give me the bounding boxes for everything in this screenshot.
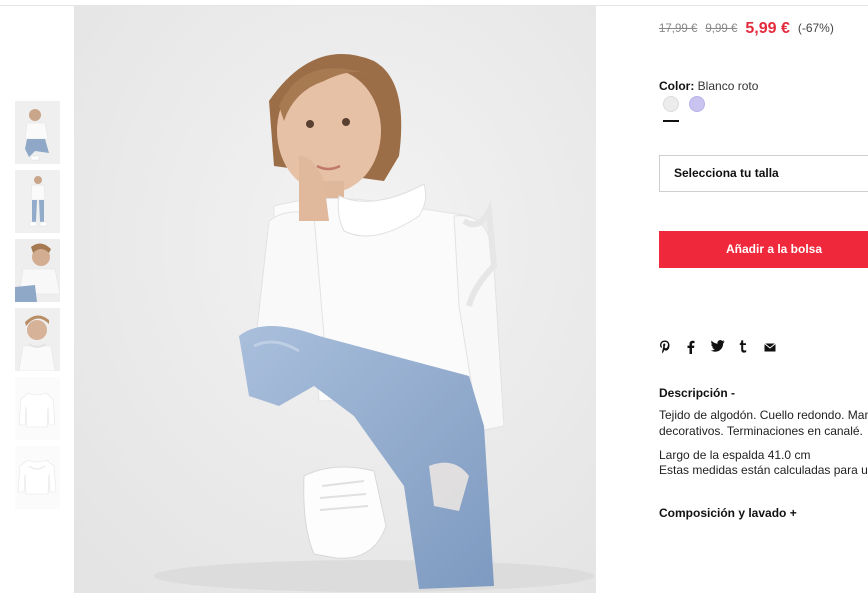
size-select[interactable]: Selecciona tu talla — [659, 155, 868, 192]
thumbnail-6[interactable] — [15, 446, 60, 509]
thumbnail-2[interactable] — [15, 170, 60, 233]
facebook-icon[interactable] — [686, 340, 695, 358]
original-price: 17,99 € — [659, 23, 698, 35]
description-toggle[interactable]: Descripción - — [659, 386, 735, 400]
color-swatch-lila[interactable] — [689, 96, 705, 112]
thumbnail-5[interactable] — [15, 377, 60, 440]
composition-toggle[interactable]: Composición y lavado + — [659, 506, 797, 520]
color-label-value: Blanco roto — [697, 79, 759, 93]
previous-price: 9,99 € — [705, 23, 738, 35]
price-row: 17,99 € 9,99 € 5,99 € (-67%) — [659, 19, 834, 37]
description-line-1: Tejido de algodón. Cuello redondo. Man — [659, 408, 868, 422]
add-to-bag-button[interactable]: Añadir a la bolsa — [659, 231, 868, 268]
thumbnail-strip — [15, 101, 60, 515]
tumblr-icon[interactable] — [739, 340, 748, 357]
twitter-icon[interactable] — [710, 340, 725, 356]
thumbnail-1[interactable] — [15, 101, 60, 164]
measure-line-1: Largo de la espalda 41.0 cm — [659, 448, 811, 462]
color-label: Color: Blanco roto — [659, 79, 758, 93]
color-label-key: Color: — [659, 79, 695, 93]
thumbnail-3[interactable] — [15, 239, 60, 302]
current-price: 5,99 € — [745, 20, 790, 37]
main-product-image[interactable] — [74, 6, 596, 593]
measure-line-2: Estas medidas están calculadas para un — [659, 463, 868, 477]
mail-icon[interactable] — [764, 340, 776, 356]
color-swatch-blanco-roto[interactable] — [663, 96, 679, 112]
pinterest-icon[interactable] — [659, 340, 671, 358]
description-line-2: decorativos. Terminaciones en canalé. — [659, 424, 863, 438]
thumbnail-4[interactable] — [15, 308, 60, 371]
discount-badge: (-67%) — [797, 21, 834, 35]
selected-swatch-indicator — [663, 120, 679, 122]
